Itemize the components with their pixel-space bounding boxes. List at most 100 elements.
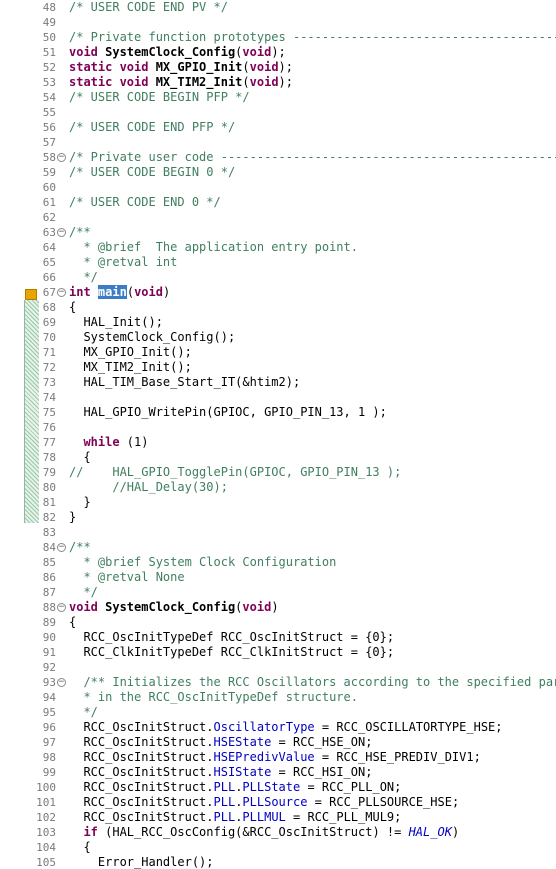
code-line[interactable]: 56 /* USER CODE END PFP */ bbox=[0, 120, 556, 135]
code-line[interactable]: 96 RCC_OscInitStruct.OscillatorType = RC… bbox=[0, 720, 556, 735]
code-text: { bbox=[69, 615, 77, 629]
code-text: * @retval None bbox=[69, 570, 185, 584]
code-line[interactable]: 53 static void MX_TIM2_Init(void); bbox=[0, 75, 556, 90]
code-line[interactable]: 88− void SystemClock_Config(void) bbox=[0, 600, 556, 615]
code-text: //HAL_Delay(30); bbox=[69, 480, 228, 494]
code-line[interactable]: 69 HAL_Init(); bbox=[0, 315, 556, 330]
line-number: 73 bbox=[42, 376, 56, 389]
code-line[interactable]: 68 { bbox=[0, 300, 556, 315]
line-number: 49 bbox=[42, 16, 56, 29]
code-text: RCC_OscInitStruct.PLL.PLLState = RCC_PLL… bbox=[69, 780, 402, 794]
code-line[interactable]: 94 * in the RCC_OscInitTypeDef structure… bbox=[0, 690, 556, 705]
line-number: 56 bbox=[42, 121, 56, 134]
code-line[interactable]: 57 bbox=[0, 135, 556, 150]
fold-toggle-icon[interactable]: − bbox=[57, 228, 66, 237]
line-number: 77 bbox=[42, 436, 56, 449]
code-line[interactable]: 65 * @retval int bbox=[0, 255, 556, 270]
code-text: * @brief The application entry point. bbox=[69, 240, 358, 254]
code-line[interactable]: 105 Error_Handler(); bbox=[0, 855, 556, 869]
code-text: if (HAL_RCC_OscConfig(&RCC_OscInitStruct… bbox=[83, 825, 460, 839]
code-text: RCC_OscInitStruct.HSEState = RCC_HSE_ON; bbox=[69, 735, 373, 749]
line-number: 78 bbox=[42, 451, 56, 464]
line-number: 94 bbox=[42, 691, 56, 704]
line-number: 65 bbox=[42, 256, 56, 269]
fold-toggle-icon[interactable]: − bbox=[57, 678, 66, 687]
code-line[interactable]: 76 bbox=[0, 420, 556, 435]
code-text: HAL_Init(); bbox=[69, 315, 163, 329]
fold-toggle-icon[interactable]: − bbox=[57, 153, 66, 162]
code-line[interactable]: 60 bbox=[0, 180, 556, 195]
code-line[interactable]: 59 /* USER CODE BEGIN 0 */ bbox=[0, 165, 556, 180]
code-line[interactable]: 66 */ bbox=[0, 270, 556, 285]
code-line[interactable]: 91 RCC_ClkInitTypeDef RCC_ClkInitStruct … bbox=[0, 645, 556, 660]
code-text: RCC_OscInitStruct.HSEPredivValue = RCC_H… bbox=[69, 750, 481, 764]
line-number: 100 bbox=[36, 781, 56, 794]
code-line[interactable]: 90 RCC_OscInitTypeDef RCC_OscInitStruct … bbox=[0, 630, 556, 645]
code-line[interactable]: 61 /* USER CODE END 0 */ bbox=[0, 195, 556, 210]
line-number: 50 bbox=[42, 31, 56, 44]
code-line[interactable]: 49 bbox=[0, 15, 556, 30]
code-line[interactable]: 78 { bbox=[0, 450, 556, 465]
code-line[interactable]: 104 { bbox=[0, 840, 556, 855]
code-line[interactable]: 48 /* USER CODE END PV */ bbox=[0, 0, 556, 15]
code-line[interactable]: 93− /** Initializes the RCC Oscillators … bbox=[0, 675, 556, 690]
code-line[interactable]: 58−/* Private user code ----------------… bbox=[0, 150, 556, 165]
code-line[interactable]: 102 RCC_OscInitStruct.PLL.PLLMUL = RCC_P… bbox=[0, 810, 556, 825]
code-line[interactable]: 64 * @brief The application entry point. bbox=[0, 240, 556, 255]
code-line[interactable]: 51 void SystemClock_Config(void); bbox=[0, 45, 556, 60]
code-line[interactable]: 67− int main(void) bbox=[0, 285, 556, 300]
code-line[interactable]: 87 */ bbox=[0, 585, 556, 600]
code-line[interactable]: 75 HAL_GPIO_WritePin(GPIOC, GPIO_PIN_13,… bbox=[0, 405, 556, 420]
code-line[interactable]: 79 // HAL_GPIO_TogglePin(GPIOC, GPIO_PIN_… bbox=[0, 465, 556, 480]
code-line[interactable]: 85 * @brief System Clock Configuration bbox=[0, 555, 556, 570]
code-line[interactable]: 55 bbox=[0, 105, 556, 120]
code-text: */ bbox=[69, 705, 98, 719]
fold-toggle-icon[interactable]: − bbox=[57, 543, 66, 552]
code-line[interactable]: 77 while (1) bbox=[0, 435, 556, 450]
code-line[interactable]: 101 RCC_OscInitStruct.PLL.PLLSource = RC… bbox=[0, 795, 556, 810]
code-line[interactable]: 89 { bbox=[0, 615, 556, 630]
fold-toggle-icon[interactable]: − bbox=[57, 288, 66, 297]
code-text: */ bbox=[69, 585, 98, 599]
code-text: { bbox=[69, 450, 91, 464]
line-number: 58 bbox=[42, 151, 56, 164]
code-text: static void MX_GPIO_Init(void); bbox=[69, 60, 293, 74]
code-line[interactable]: 54 /* USER CODE BEGIN PFP */ bbox=[0, 90, 556, 105]
code-line[interactable]: 95 */ bbox=[0, 705, 556, 720]
code-line[interactable]: 70 SystemClock_Config(); bbox=[0, 330, 556, 345]
line-number: 55 bbox=[42, 106, 56, 119]
line-number: 101 bbox=[36, 796, 56, 809]
code-line[interactable]: 74 bbox=[0, 390, 556, 405]
line-number: 87 bbox=[42, 586, 56, 599]
code-line[interactable]: 100 RCC_OscInitStruct.PLL.PLLState = RCC… bbox=[0, 780, 556, 795]
code-line[interactable]: 80 //HAL_Delay(30); bbox=[0, 480, 556, 495]
code-line[interactable]: 52 static void MX_GPIO_Init(void); bbox=[0, 60, 556, 75]
line-number: 85 bbox=[42, 556, 56, 569]
code-editor[interactable]: 48 /* USER CODE END PV */ 49 50 /* Private f… bbox=[0, 0, 556, 869]
code-line[interactable]: 50 /* Private function prototypes -------… bbox=[0, 30, 556, 45]
code-text: /** bbox=[69, 540, 91, 554]
line-number: 84 bbox=[42, 541, 56, 554]
code-line[interactable]: 84−/** bbox=[0, 540, 556, 555]
code-line[interactable]: 63−/** bbox=[0, 225, 556, 240]
code-line[interactable]: 103 if (HAL_RCC_OscConfig(&RCC_OscInitSt… bbox=[0, 825, 556, 840]
code-line[interactable]: 92 bbox=[0, 660, 556, 675]
code-text: SystemClock_Config(); bbox=[69, 330, 236, 344]
line-number: 51 bbox=[42, 46, 56, 59]
code-line[interactable]: 97 RCC_OscInitStruct.HSEState = RCC_HSE_… bbox=[0, 735, 556, 750]
code-line[interactable]: 73 HAL_TIM_Base_Start_IT(&htim2); bbox=[0, 375, 556, 390]
code-line[interactable]: 72 MX_TIM2_Init(); bbox=[0, 360, 556, 375]
line-number: 52 bbox=[42, 61, 56, 74]
code-line[interactable]: 81 } bbox=[0, 495, 556, 510]
code-line[interactable]: 82} bbox=[0, 510, 556, 525]
code-line[interactable]: 71 MX_GPIO_Init(); bbox=[0, 345, 556, 360]
code-line[interactable]: 99 RCC_OscInitStruct.HSIState = RCC_HSI_… bbox=[0, 765, 556, 780]
code-line[interactable]: 62 bbox=[0, 210, 556, 225]
code-line[interactable]: 83 bbox=[0, 525, 556, 540]
code-line[interactable]: 86 * @retval None bbox=[0, 570, 556, 585]
fold-toggle-icon[interactable]: − bbox=[57, 603, 66, 612]
line-number: 83 bbox=[42, 526, 56, 539]
code-text: /** Initializes the RCC Oscillators acco… bbox=[83, 675, 556, 689]
line-number: 63 bbox=[42, 226, 56, 239]
code-line[interactable]: 98 RCC_OscInitStruct.HSEPredivValue = RC… bbox=[0, 750, 556, 765]
